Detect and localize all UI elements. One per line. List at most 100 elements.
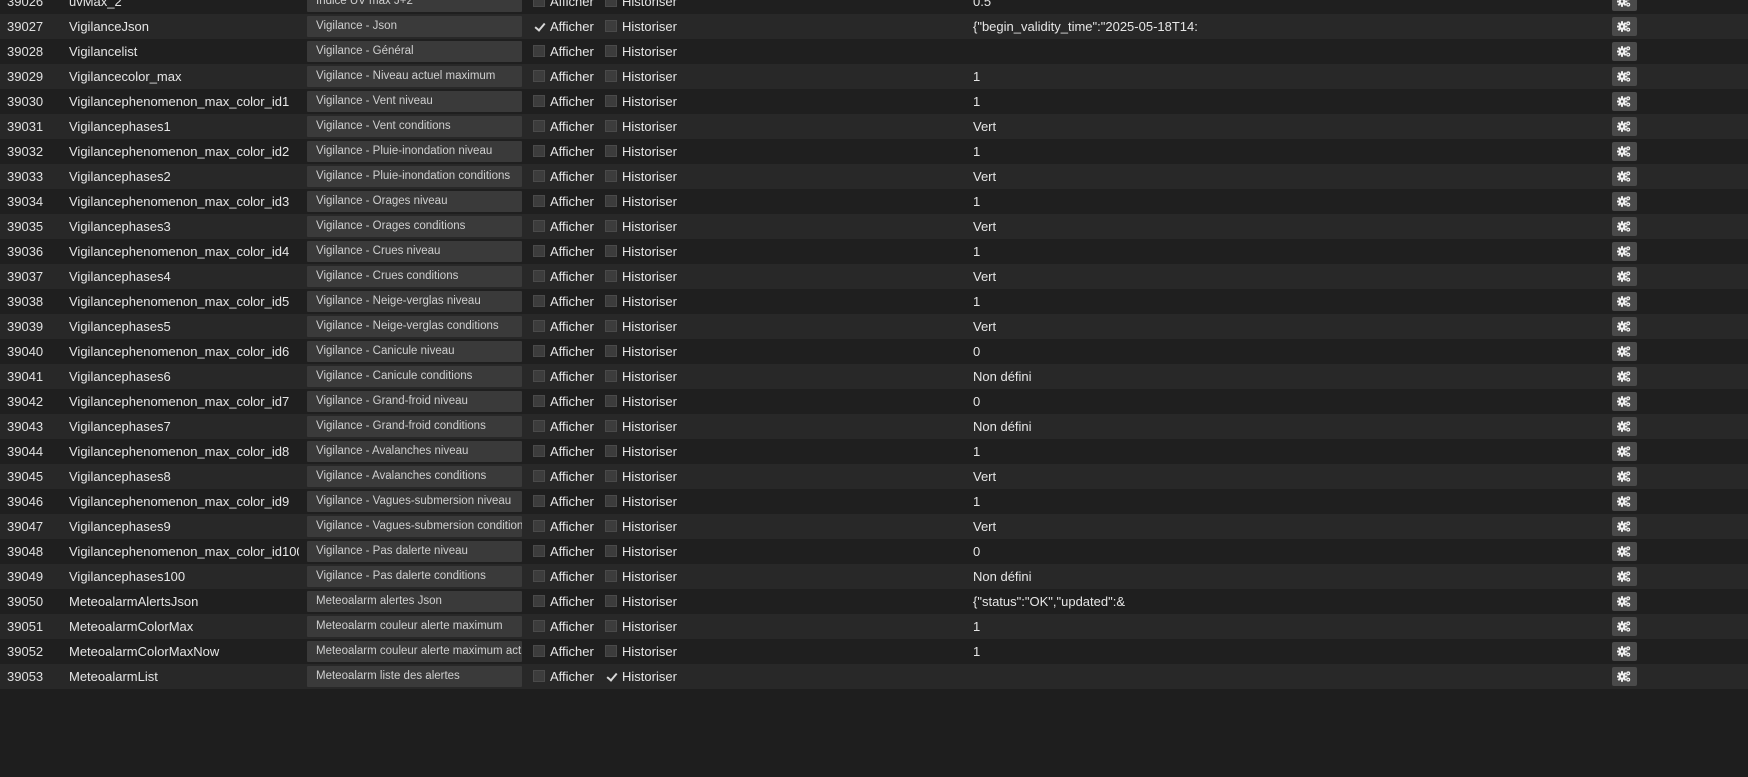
command-name[interactable]: Vigilancephases5 [69,314,299,339]
history-checkbox[interactable] [605,670,617,682]
history-checkbox[interactable] [605,95,617,107]
configure-button[interactable] [1612,242,1637,261]
show-checkbox[interactable] [533,270,545,282]
command-label-field[interactable]: Vigilance - Canicule conditions [307,366,522,387]
history-checkbox[interactable] [605,395,617,407]
command-label-field[interactable]: Meteoalarm alertes Json [307,591,522,612]
configure-button[interactable] [1612,517,1637,536]
command-name[interactable]: Vigilancephases2 [69,164,299,189]
command-label-field[interactable]: Vigilance - Vent conditions [307,116,522,137]
command-name[interactable]: Vigilancephenomenon_max_color_id5 [69,289,299,314]
command-name[interactable]: Vigilancelist [69,39,299,64]
show-checkbox[interactable] [533,195,545,207]
command-label-field[interactable]: Vigilance - Pas dalerte niveau [307,541,522,562]
command-label-field[interactable]: Vigilance - Grand-froid conditions [307,416,522,437]
configure-button[interactable] [1612,542,1637,561]
command-name[interactable]: MeteoalarmAlertsJson [69,589,299,614]
history-checkbox[interactable] [605,545,617,557]
show-checkbox[interactable] [533,220,545,232]
command-name[interactable]: Vigilancecolor_max [69,64,299,89]
show-checkbox[interactable] [533,670,545,682]
show-checkbox[interactable] [533,595,545,607]
command-name[interactable]: VigilanceJson [69,14,299,39]
command-name[interactable]: Vigilancephenomenon_max_color_id100 [69,539,299,564]
show-checkbox[interactable] [533,570,545,582]
command-label-field[interactable]: Vigilance - Vent niveau [307,91,522,112]
history-checkbox[interactable] [605,70,617,82]
command-label-field[interactable]: Vigilance - Crues niveau [307,241,522,262]
command-label-field[interactable]: Vigilance - Vagues-submersion niveau [307,491,522,512]
show-checkbox[interactable] [533,345,545,357]
show-checkbox[interactable] [533,0,545,7]
history-checkbox[interactable] [605,0,617,7]
show-checkbox[interactable] [533,445,545,457]
command-name[interactable]: Vigilancephases3 [69,214,299,239]
command-label-field[interactable]: Vigilance - Niveau actuel maximum [307,66,522,87]
history-checkbox[interactable] [605,320,617,332]
configure-button[interactable] [1612,217,1637,236]
command-name[interactable]: Vigilancephases6 [69,364,299,389]
configure-button[interactable] [1612,367,1637,386]
show-checkbox[interactable] [533,545,545,557]
command-name[interactable]: Vigilancephenomenon_max_color_id1 [69,89,299,114]
show-checkbox[interactable] [533,620,545,632]
show-checkbox[interactable] [533,45,545,57]
configure-button[interactable] [1612,67,1637,86]
history-checkbox[interactable] [605,595,617,607]
command-label-field[interactable]: Vigilance - Vagues-submersion condition [307,516,522,537]
command-label-field[interactable]: Vigilance - Neige-verglas conditions [307,316,522,337]
command-name[interactable]: Vigilancephenomenon_max_color_id8 [69,439,299,464]
history-checkbox[interactable] [605,445,617,457]
command-name[interactable]: Vigilancephenomenon_max_color_id4 [69,239,299,264]
configure-button[interactable] [1612,292,1637,311]
configure-button[interactable] [1612,617,1637,636]
command-label-field[interactable]: Vigilance - Grand-froid niveau [307,391,522,412]
command-name[interactable]: Vigilancephenomenon_max_color_id7 [69,389,299,414]
configure-button[interactable] [1612,492,1637,511]
history-checkbox[interactable] [605,620,617,632]
history-checkbox[interactable] [605,495,617,507]
command-name[interactable]: MeteoalarmColorMax [69,614,299,639]
command-name[interactable]: Vigilancephenomenon_max_color_id2 [69,139,299,164]
show-checkbox[interactable] [533,145,545,157]
history-checkbox[interactable] [605,295,617,307]
configure-button[interactable] [1612,317,1637,336]
command-label-field[interactable]: Vigilance - Pluie-inondation conditions [307,166,522,187]
command-label-field[interactable]: Vigilance - Orages conditions [307,216,522,237]
show-checkbox[interactable] [533,645,545,657]
configure-button[interactable] [1612,642,1637,661]
show-checkbox[interactable] [533,20,545,32]
history-checkbox[interactable] [605,195,617,207]
show-checkbox[interactable] [533,520,545,532]
history-checkbox[interactable] [605,520,617,532]
command-label-field[interactable]: Vigilance - Canicule niveau [307,341,522,362]
command-label-field[interactable]: Vigilance - Json [307,16,522,37]
history-checkbox[interactable] [605,420,617,432]
show-checkbox[interactable] [533,395,545,407]
command-name[interactable]: Vigilancephases8 [69,464,299,489]
command-name[interactable]: MeteoalarmColorMaxNow [69,639,299,664]
configure-button[interactable] [1612,17,1637,36]
show-checkbox[interactable] [533,295,545,307]
history-checkbox[interactable] [605,370,617,382]
show-checkbox[interactable] [533,245,545,257]
configure-button[interactable] [1612,92,1637,111]
command-name[interactable]: Vigilancephases4 [69,264,299,289]
show-checkbox[interactable] [533,70,545,82]
command-label-field[interactable]: Meteoalarm couleur alerte maximum act [307,641,522,662]
configure-button[interactable] [1612,267,1637,286]
history-checkbox[interactable] [605,170,617,182]
command-label-field[interactable]: Vigilance - Avalanches niveau [307,441,522,462]
history-checkbox[interactable] [605,270,617,282]
show-checkbox[interactable] [533,320,545,332]
configure-button[interactable] [1612,392,1637,411]
history-checkbox[interactable] [605,45,617,57]
history-checkbox[interactable] [605,645,617,657]
show-checkbox[interactable] [533,120,545,132]
command-label-field[interactable]: Indice UV max J+2 [307,0,522,12]
command-label-field[interactable]: Vigilance - Orages niveau [307,191,522,212]
configure-button[interactable] [1612,467,1637,486]
configure-button[interactable] [1612,167,1637,186]
command-label-field[interactable]: Meteoalarm couleur alerte maximum [307,616,522,637]
command-label-field[interactable]: Vigilance - Neige-verglas niveau [307,291,522,312]
